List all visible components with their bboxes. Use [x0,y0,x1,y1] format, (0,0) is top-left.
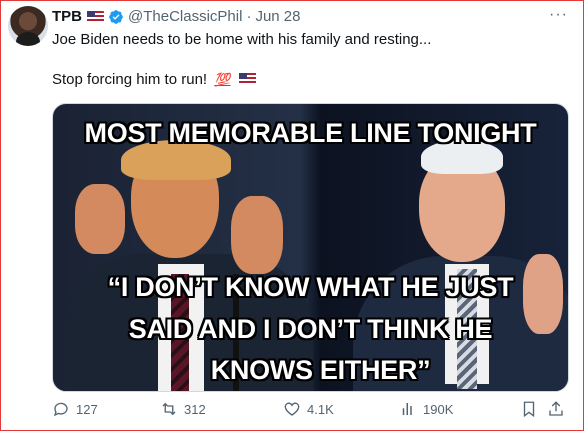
share-button[interactable] [547,400,565,418]
reply-button[interactable]: 127 [52,400,98,418]
reply-count: 127 [76,401,98,417]
us-flag-icon [238,73,256,85]
hundred-points-icon: 💯 [214,72,233,87]
meme-caption-top: MOST MEMORABLE LINE TONIGHT [84,118,537,148]
like-button[interactable]: 4.1K [283,400,334,418]
tweet-text-line-2: Stop forcing him to run! 💯 [52,70,256,90]
separator-dot: · [246,8,252,25]
repost-count: 312 [184,401,206,417]
views-button[interactable]: 190K [399,400,453,418]
tweet-date[interactable]: Jun 28 [255,8,300,25]
us-flag-icon [87,10,104,23]
meme-quote-line-1: “I DON’T KNOW WHAT HE JUST [107,272,514,302]
trump-figure-hand-left [75,184,125,254]
tweet-text-line-1: Joe Biden needs to be home with his fami… [52,31,432,48]
tweet-header: TPB @TheClassicPhil · Jun 28 [52,8,300,25]
reply-icon [53,402,68,417]
view-count: 190K [423,401,454,417]
user-handle[interactable]: @TheClassicPhil [128,8,242,25]
views-chart-icon [402,403,414,416]
more-options-icon[interactable]: ··· [549,6,568,24]
meme-quote-line-2: SAID AND I DON’T THINK HE [128,314,493,344]
repost-icon [162,402,176,416]
display-name[interactable]: TPB [52,8,82,25]
trump-figure-hand-right [231,196,283,274]
verified-badge-icon [108,9,124,25]
meme-quote-line-3: KNOWS EITHER” [210,355,431,385]
tweet-action-bar: 127 312 4.1K 190K [52,400,572,422]
share-icon [549,401,563,416]
heart-icon [284,402,300,416]
bookmark-button[interactable] [520,400,538,418]
tweet-media-image[interactable]: MOST MEMORABLE LINE TONIGHT “I DON’T KNO… [52,103,569,392]
repost-button[interactable]: 312 [160,400,206,418]
like-count: 4.1K [307,401,334,417]
tweet-text-line-2-content: Stop forcing him to run! [52,71,208,88]
bookmark-icon [523,401,535,418]
avatar[interactable] [8,6,48,46]
